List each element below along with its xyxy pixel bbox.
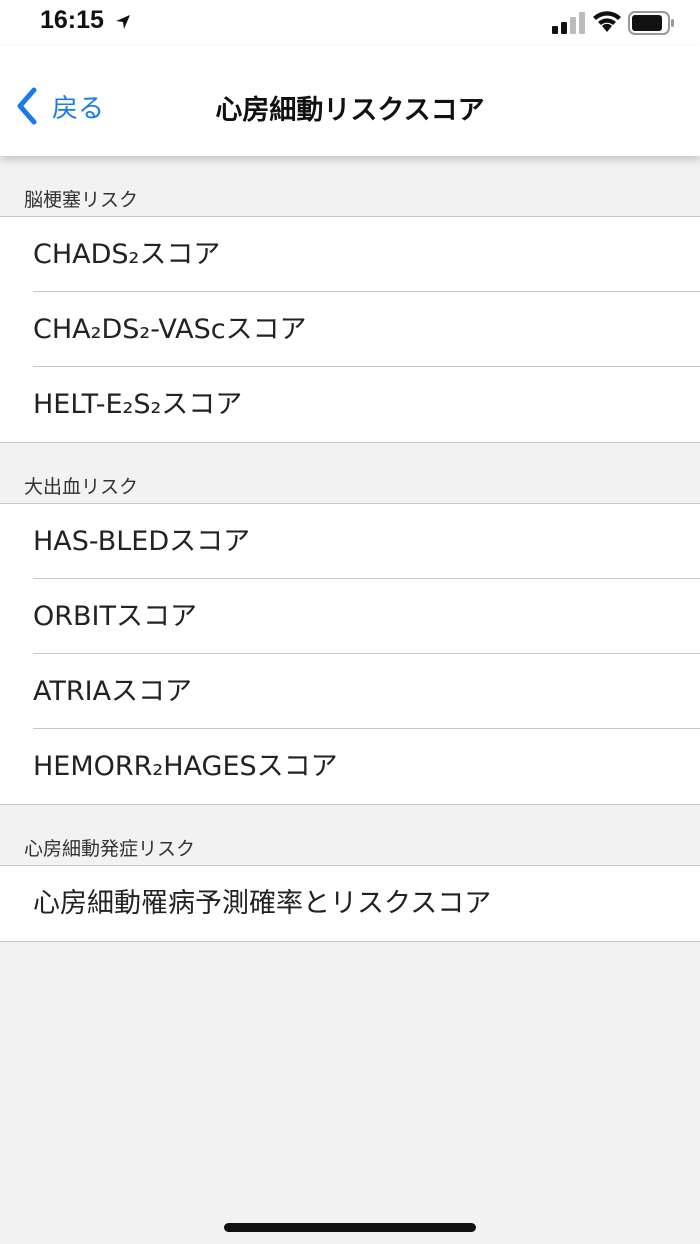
- list-item-helt-e2s2[interactable]: HELT-E₂S₂スコア: [0, 367, 700, 442]
- section-header-bleeding-risk: 大出血リスク: [0, 443, 700, 504]
- list-item-chads2[interactable]: CHADS₂スコア: [0, 217, 700, 292]
- status-time: 16:15: [40, 6, 104, 34]
- page-title: 心房細動リスクスコア: [215, 95, 485, 126]
- list-item-hemorr2hages[interactable]: HEMORR₂HAGESスコア: [0, 729, 700, 804]
- section-af-onset-risk: 心房細動罹病予測確率とリスクスコア: [0, 866, 700, 942]
- home-indicator[interactable]: [224, 1223, 476, 1232]
- list-item-orbit[interactable]: ORBITスコア: [0, 579, 700, 654]
- section-header-stroke-risk: 脳梗塞リスク: [0, 156, 700, 217]
- section-header-af-onset-risk: 心房細動発症リスク: [0, 805, 700, 866]
- list-item-has-bled[interactable]: HAS-BLEDスコア: [0, 504, 700, 579]
- list-item-cha2ds2-vasc[interactable]: CHA₂DS₂-VAScスコア: [0, 292, 700, 367]
- section-stroke-risk: CHADS₂スコア CHA₂DS₂-VAScスコア HELT-E₂S₂スコア: [0, 217, 700, 443]
- wifi-icon: [593, 11, 621, 32]
- navigation-bar: 戻る 心房細動リスクスコア: [0, 46, 700, 156]
- list-item-af-incidence-probability[interactable]: 心房細動罹病予測確率とリスクスコア: [0, 866, 700, 941]
- status-bar: 16:15: [0, 0, 700, 46]
- battery-icon: [628, 11, 674, 35]
- cellular-signal-icon: [552, 12, 585, 34]
- section-bleeding-risk: HAS-BLEDスコア ORBITスコア ATRIAスコア HEMORR₂HAG…: [0, 504, 700, 805]
- list-item-atria[interactable]: ATRIAスコア: [0, 654, 700, 729]
- score-list: 脳梗塞リスク CHADS₂スコア CHA₂DS₂-VAScスコア HELT-E₂…: [0, 156, 700, 942]
- location-arrow-icon: [116, 15, 130, 29]
